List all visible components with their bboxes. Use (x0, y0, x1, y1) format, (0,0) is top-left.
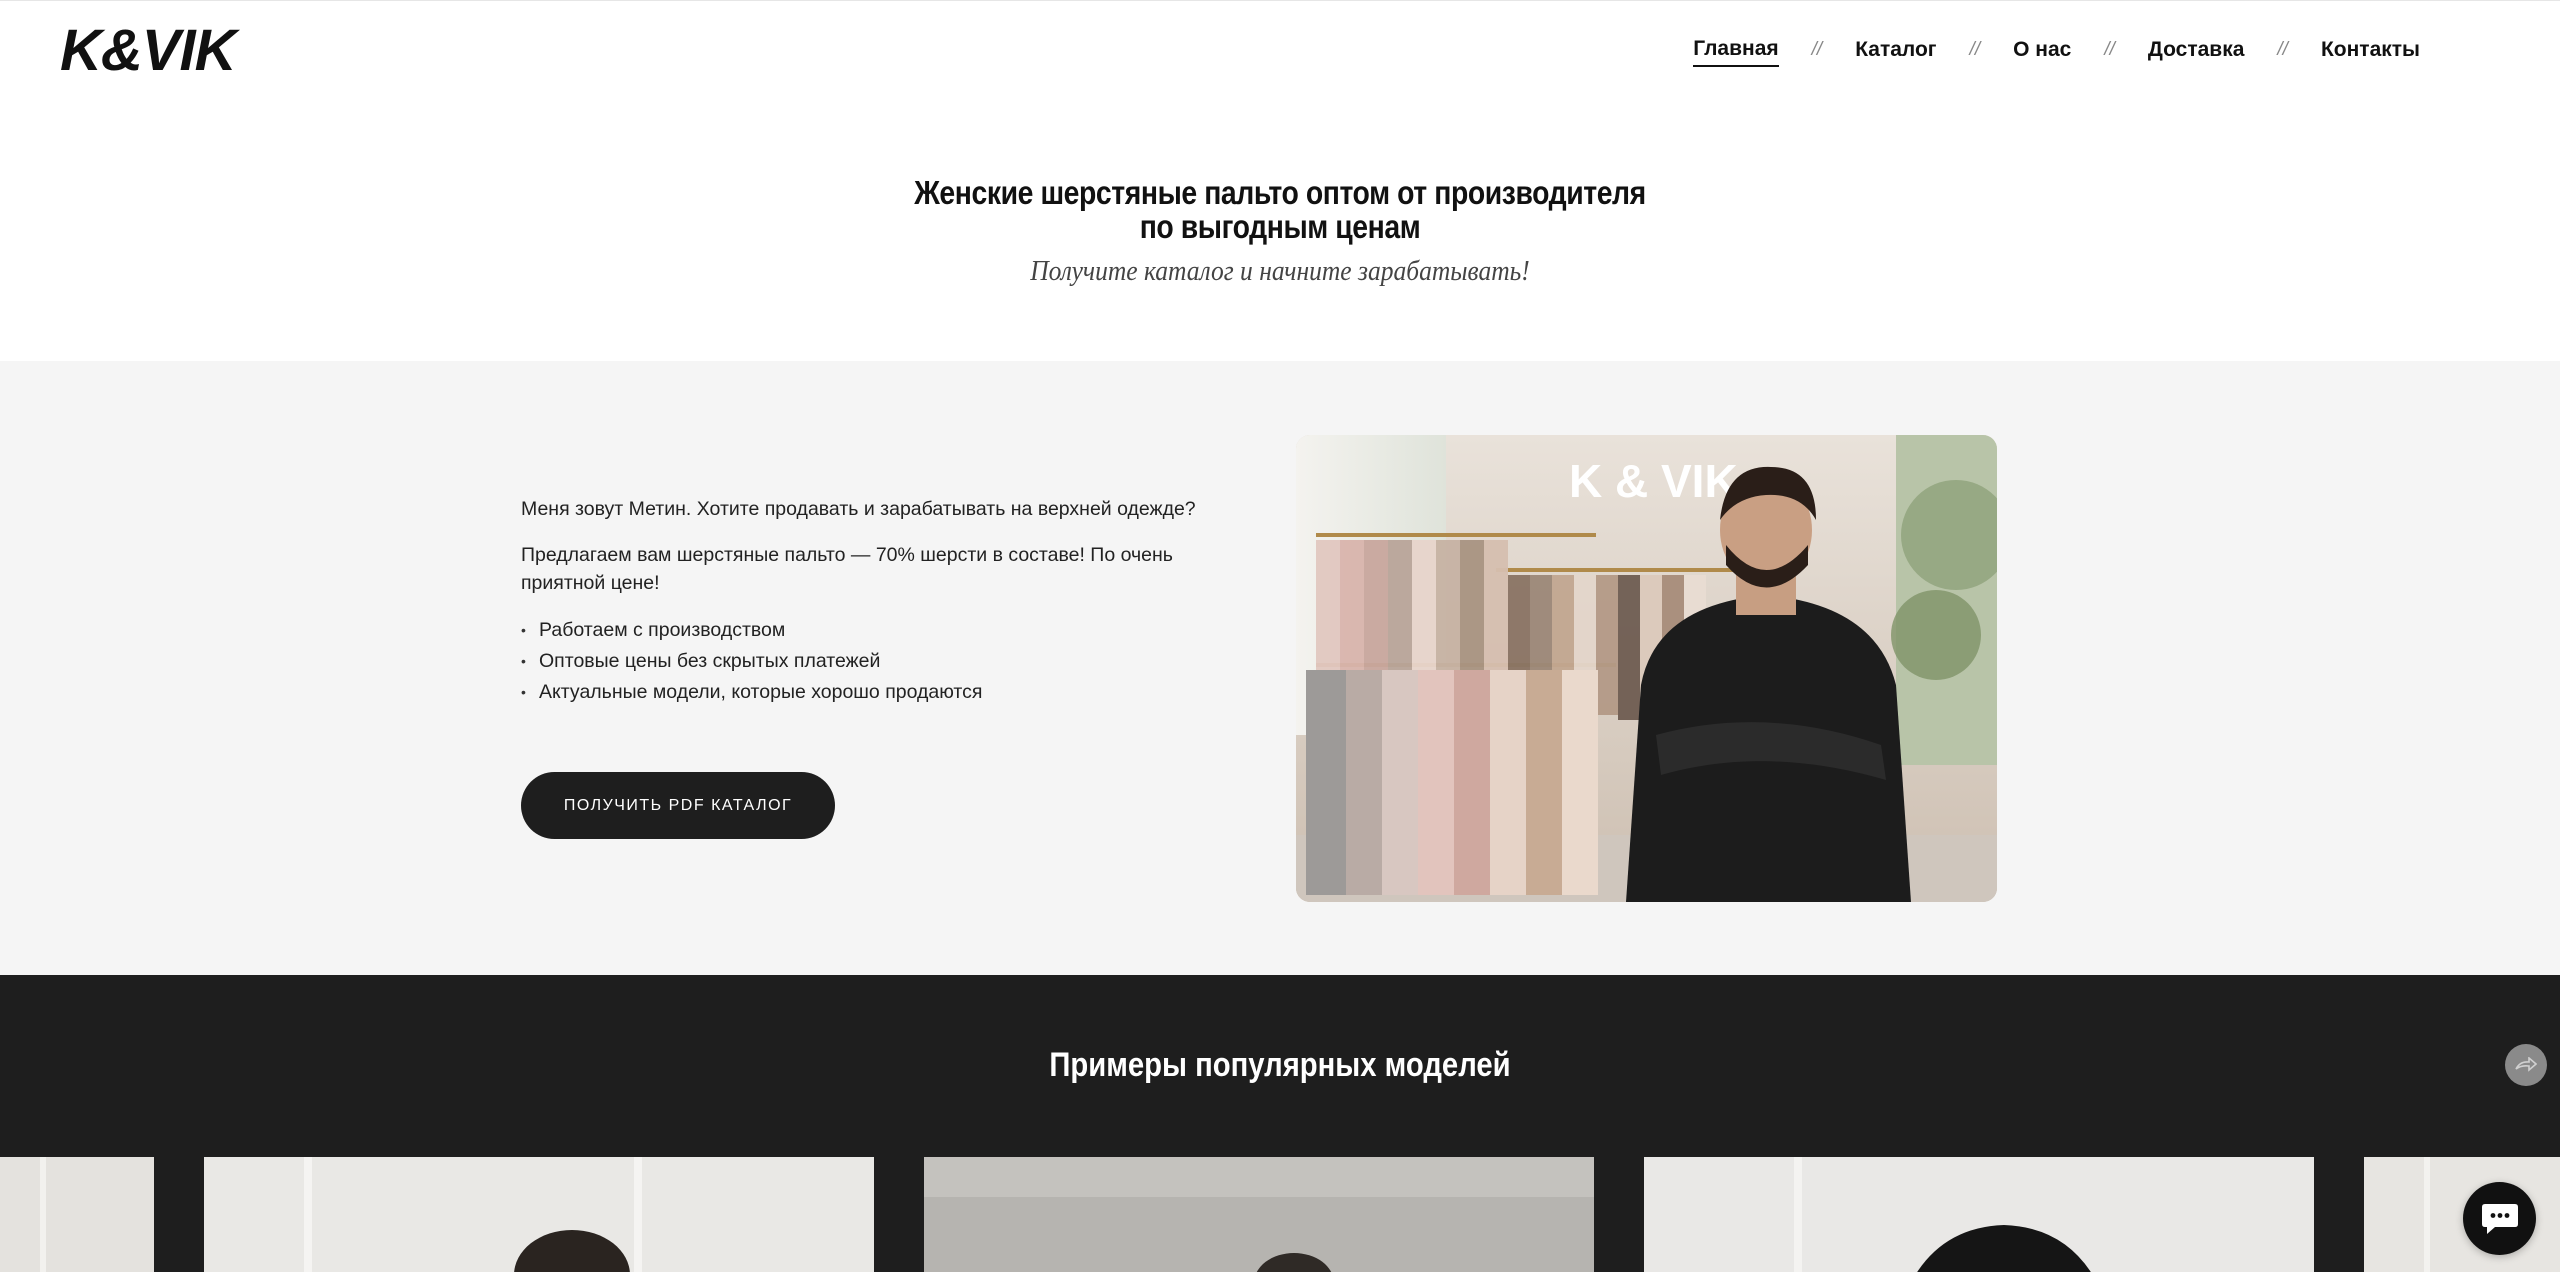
nav-item-catalog[interactable]: Каталог (1855, 38, 1936, 66)
page-title-line1: Женские шерстяные пальто оптом от произв… (914, 174, 1646, 211)
about-section: Меня зовут Метин. Хотите продавать и зар… (0, 361, 2560, 975)
logo[interactable]: K&VIK (60, 19, 236, 83)
benefit-item: Оптовые цены без скрытых платежей (521, 646, 1221, 677)
benefits-list: Работаем с производством Оптовые цены бе… (521, 615, 1221, 708)
site-header: K&VIK Главная // Каталог // О нас // Дос… (0, 0, 2560, 100)
popular-models-section: Примеры популярных моделей (0, 975, 2560, 1272)
about-paragraph-intro: Меня зовут Метин. Хотите продавать и зар… (521, 498, 1196, 520)
chat-bubble-icon (2481, 1203, 2518, 1234)
model-card[interactable] (924, 1157, 1594, 1272)
showroom-sign: K & VIK (1569, 455, 1738, 507)
page-subtitle: Получите каталог и начните зарабатывать! (1030, 255, 1530, 287)
nav-item-home[interactable]: Главная (1693, 37, 1779, 67)
model-card-photo (1644, 1157, 2314, 1272)
carousel-next-button[interactable] (2505, 1044, 2547, 1086)
showroom-photo-illustration: K & VIK (1296, 435, 1997, 902)
page-title-line2: по выгодным ценам (1139, 208, 1421, 245)
model-card-photo (0, 1157, 154, 1272)
nav-separator: // (1969, 39, 1981, 60)
about-paragraph-offer: Предлагаем вам шерстяные пальто — 70% ше… (521, 544, 1173, 594)
nav-separator: // (1811, 39, 1823, 60)
main-nav: Главная // Каталог // О нас // Доставка … (1693, 37, 2420, 67)
nav-separator: // (2277, 39, 2288, 60)
model-card-photo (204, 1157, 874, 1272)
hero-section: Женские шерстяные пальто оптом от произв… (0, 100, 2560, 361)
benefit-item: Работаем с производством (521, 615, 1221, 646)
nav-item-delivery[interactable]: Доставка (2148, 38, 2245, 66)
arrow-right-icon (2515, 1057, 2537, 1072)
model-card[interactable] (0, 1157, 154, 1272)
nav-item-about[interactable]: О нас (2013, 38, 2071, 66)
nav-separator: // (2104, 39, 2115, 60)
nav-item-contacts[interactable]: Контакты (2321, 38, 2420, 66)
showroom-photo: K & VIK (1296, 435, 1997, 902)
model-card-photo (924, 1157, 1594, 1272)
chat-button[interactable] (2463, 1182, 2536, 1255)
about-text: Меня зовут Метин. Хотите продавать и зар… (521, 495, 1221, 708)
get-pdf-catalog-button[interactable]: ПОЛУЧИТЬ PDF КАТАЛОГ (521, 772, 835, 839)
model-card[interactable] (204, 1157, 874, 1272)
section-title: Примеры популярных моделей (1049, 1046, 1511, 1084)
benefit-item: Актуальные модели, которые хорошо продаю… (521, 677, 1221, 708)
page-title: Женские шерстяные пальто оптом от произв… (179, 176, 2381, 244)
model-card[interactable] (1644, 1157, 2314, 1272)
